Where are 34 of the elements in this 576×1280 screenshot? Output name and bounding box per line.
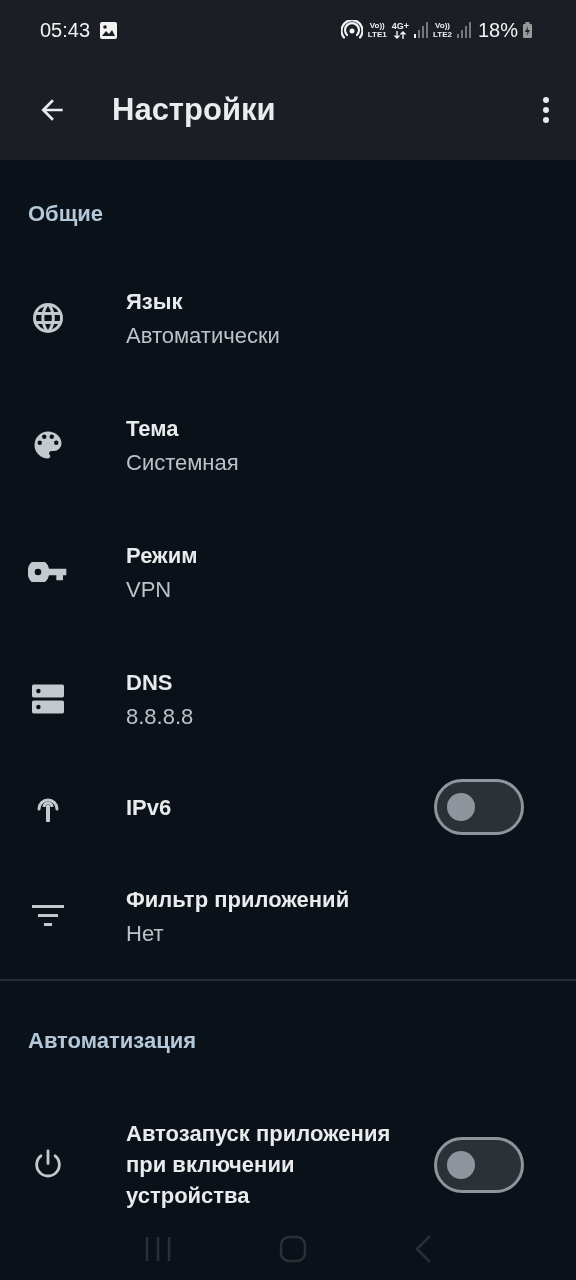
filter-icon (32, 904, 64, 927)
server-icon (32, 682, 64, 715)
network-type: 4G+ (391, 21, 409, 31)
battery-percent: 18% (477, 18, 518, 42)
sim-label: LTE1 (367, 30, 387, 39)
setting-title[interactable]: Фильтр приложений (126, 884, 530, 915)
section-header: Автоматизация (27, 1027, 198, 1055)
toggle-switch[interactable] (434, 779, 524, 835)
setting-title[interactable]: Язык (126, 286, 530, 317)
image-icon (100, 21, 118, 39)
section-header: Общие (27, 200, 105, 228)
setting-value: VPN (126, 577, 173, 603)
setting-value: Нет (126, 921, 165, 947)
setting-title[interactable]: Тема (126, 413, 530, 444)
signal-icon (456, 22, 471, 38)
setting-title[interactable]: DNS (126, 667, 530, 698)
battery-charging-icon (523, 22, 532, 38)
screen-title: Настройки (112, 92, 277, 128)
sim-label: LTE2 (433, 30, 452, 39)
key-icon (28, 561, 68, 582)
volte-label: Vo)) (369, 21, 385, 30)
clock-time: 05:43 (40, 18, 91, 42)
setting-title[interactable]: Автозапуск приложения при включении устройства (126, 1118, 416, 1211)
signal-icon (414, 22, 428, 38)
setting-value: Системная (126, 450, 240, 476)
setting-value: 8.8.8.8 (126, 704, 195, 730)
toggle-switch[interactable] (434, 1136, 524, 1193)
setting-title[interactable]: IPv6 (126, 791, 416, 823)
setting-title[interactable]: Режим (126, 540, 530, 571)
more-vertical-icon (540, 94, 552, 126)
setting-value: Автоматически (126, 323, 281, 349)
data-arrows-icon (394, 31, 407, 39)
hotspot-icon (340, 20, 363, 40)
volte-label: Vo)) (435, 21, 450, 30)
